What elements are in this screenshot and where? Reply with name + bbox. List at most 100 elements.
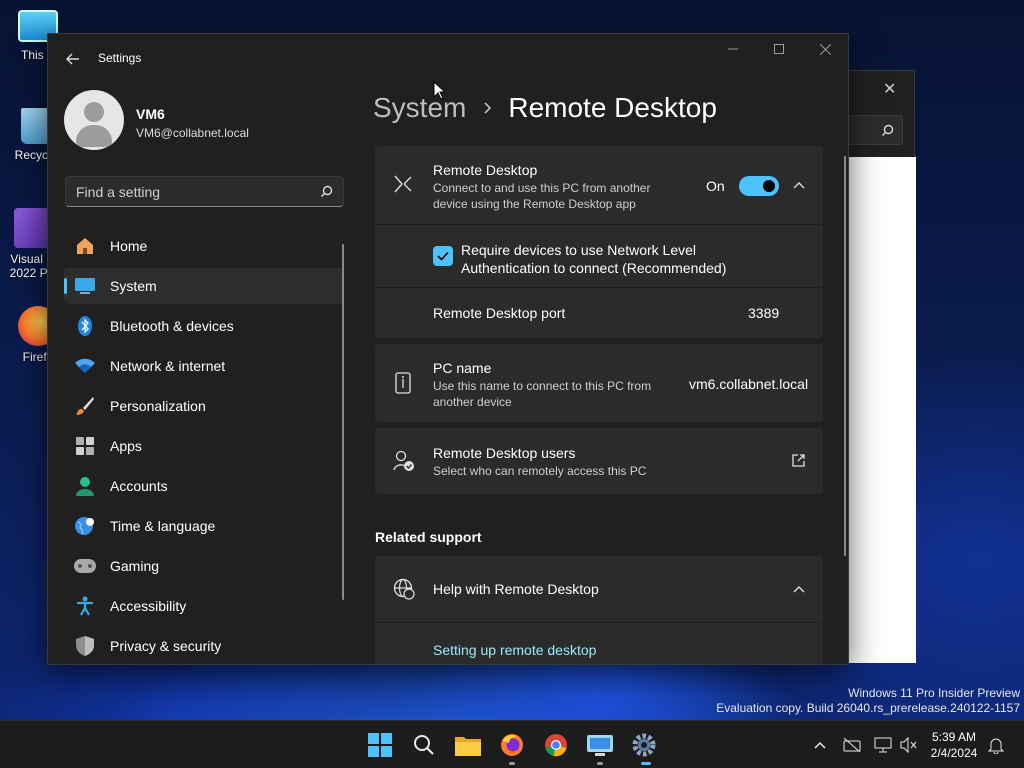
help-card: Help with Remote Desktop Setting up remo… xyxy=(375,556,823,664)
search-icon[interactable] xyxy=(410,731,438,759)
accessibility-icon xyxy=(74,595,96,617)
sidebar-item-label: Time & language xyxy=(110,518,216,534)
accounts-icon xyxy=(74,475,96,497)
chevron-up-icon[interactable] xyxy=(810,735,830,755)
minimize-icon[interactable] xyxy=(718,40,748,60)
help-row[interactable]: Help with Remote Desktop xyxy=(375,556,823,622)
sidebar-item-label: Privacy & security xyxy=(110,638,222,654)
pc-name-description: Use this name to connect to this PC from… xyxy=(433,379,652,409)
sidebar-item-label: Network & internet xyxy=(110,358,226,374)
rd-users-title: Remote Desktop users xyxy=(433,445,576,461)
external-link-icon xyxy=(792,454,805,467)
vm-tray-icon[interactable] xyxy=(842,735,862,755)
sidebar-item-label: Apps xyxy=(110,438,142,454)
remote-desktop-users-card[interactable]: Remote Desktop users Select who can remo… xyxy=(375,428,823,494)
sidebar-item-system[interactable]: System xyxy=(64,268,344,304)
main-scrollbar[interactable] xyxy=(844,156,846,556)
sidebar-item-label: Gaming xyxy=(110,558,160,574)
sidebar-scrollbar[interactable] xyxy=(342,244,344,600)
remote-desktop-icon xyxy=(394,175,412,193)
user-name: VM6 xyxy=(136,106,165,122)
breadcrumb: System Remote Desktop xyxy=(373,92,717,124)
remote-desktop-toggle[interactable] xyxy=(739,176,779,196)
globe-clock-icon xyxy=(74,515,96,537)
nla-row: Require devices to use Network Level Aut… xyxy=(375,225,823,287)
close-icon[interactable]: ✕ xyxy=(883,79,896,99)
clock-time: 5:39 AM xyxy=(931,730,977,744)
pc-name-card: PC name Use this name to connect to this… xyxy=(375,344,823,422)
sidebar-item-time-language[interactable]: Time & language xyxy=(64,508,344,544)
sidebar-item-label: Accounts xyxy=(110,478,168,494)
taskbar: 5:39 AM 2/4/2024 xyxy=(0,720,1024,768)
setting-up-rd-link[interactable]: Setting up remote desktop xyxy=(433,642,596,658)
chevron-up-icon[interactable] xyxy=(793,585,805,593)
system-icon xyxy=(74,275,96,297)
sidebar-item-network[interactable]: Network & internet xyxy=(64,348,344,384)
back-arrow-icon[interactable] xyxy=(62,48,84,70)
firefox-icon[interactable] xyxy=(498,731,526,759)
title-bar[interactable]: Settings xyxy=(48,34,848,82)
checkmark-icon xyxy=(437,251,449,261)
user-check-icon xyxy=(393,450,414,471)
page-title: Remote Desktop xyxy=(508,92,717,123)
port-value: 3389 xyxy=(748,305,780,321)
toggle-state-label: On xyxy=(706,178,725,194)
chevron-right-icon xyxy=(484,98,492,119)
wifi-icon xyxy=(74,355,96,377)
background-search-box[interactable] xyxy=(847,115,903,145)
clock-date: 2/4/2024 xyxy=(930,746,978,760)
pc-name-value: vm6.collabnet.local xyxy=(689,376,809,392)
remote-desktop-app-icon[interactable] xyxy=(586,731,614,759)
network-icon[interactable] xyxy=(873,735,893,755)
rd-users-description: Select who can remotely access this PC xyxy=(433,464,647,478)
taskbar-clock[interactable]: 5:39 AM 2/4/2024 xyxy=(926,729,982,761)
search-icon[interactable] xyxy=(320,185,333,198)
sidebar-item-privacy[interactable]: Privacy & security xyxy=(64,628,344,664)
notification-bell-icon[interactable] xyxy=(986,735,1006,755)
brush-icon xyxy=(74,395,96,417)
find-setting-box[interactable] xyxy=(65,176,344,207)
running-indicator xyxy=(597,762,603,765)
nla-checkbox[interactable] xyxy=(433,246,453,266)
sidebar-item-label: Home xyxy=(110,238,148,254)
remote-desktop-title: Remote Desktop xyxy=(433,162,538,178)
nla-label[interactable]: Require devices to use Network Level Aut… xyxy=(461,241,751,277)
search-icon xyxy=(882,124,894,136)
port-label: Remote Desktop port xyxy=(433,305,566,321)
globe-help-icon xyxy=(393,578,415,600)
sidebar-item-home[interactable]: Home xyxy=(64,228,344,264)
breadcrumb-parent[interactable]: System xyxy=(373,92,466,124)
sidebar-nav: Home System Bluetooth & devices Network … xyxy=(64,228,344,664)
start-icon[interactable] xyxy=(366,731,394,759)
active-indicator xyxy=(641,762,651,765)
sidebar-item-apps[interactable]: Apps xyxy=(64,428,344,464)
sidebar-item-accounts[interactable]: Accounts xyxy=(64,468,344,504)
remote-desktop-row[interactable]: Remote Desktop Connect to and use this P… xyxy=(375,146,823,224)
running-indicator xyxy=(509,762,515,765)
gamepad-icon xyxy=(74,555,96,577)
sidebar-item-label: Bluetooth & devices xyxy=(110,318,234,334)
app-title: Settings xyxy=(98,51,142,65)
remote-desktop-card: Remote Desktop Connect to and use this P… xyxy=(375,146,823,338)
related-support-heading: Related support xyxy=(375,529,482,545)
background-content xyxy=(847,157,916,663)
bluetooth-icon xyxy=(74,315,96,337)
chrome-icon[interactable] xyxy=(542,731,570,759)
port-row: Remote Desktop port 3389 xyxy=(375,288,823,338)
sidebar-item-gaming[interactable]: Gaming xyxy=(64,548,344,584)
volume-muted-icon[interactable] xyxy=(899,735,919,755)
file-explorer-icon[interactable] xyxy=(454,731,482,759)
apps-icon xyxy=(74,435,96,457)
sidebar-item-bluetooth[interactable]: Bluetooth & devices xyxy=(64,308,344,344)
remote-desktop-description: Connect to and use this PC from another … xyxy=(433,181,651,211)
sidebar-item-personalization[interactable]: Personalization xyxy=(64,388,344,424)
close-icon[interactable] xyxy=(810,40,840,60)
pc-tower-icon xyxy=(395,372,411,394)
maximize-icon[interactable] xyxy=(764,40,794,60)
pc-name-title: PC name xyxy=(433,360,492,376)
search-input[interactable] xyxy=(66,177,316,206)
settings-gear-icon[interactable] xyxy=(630,731,658,759)
sidebar-item-accessibility[interactable]: Accessibility xyxy=(64,588,344,624)
chevron-up-icon[interactable] xyxy=(793,181,805,189)
sidebar-item-label: Accessibility xyxy=(110,598,187,614)
